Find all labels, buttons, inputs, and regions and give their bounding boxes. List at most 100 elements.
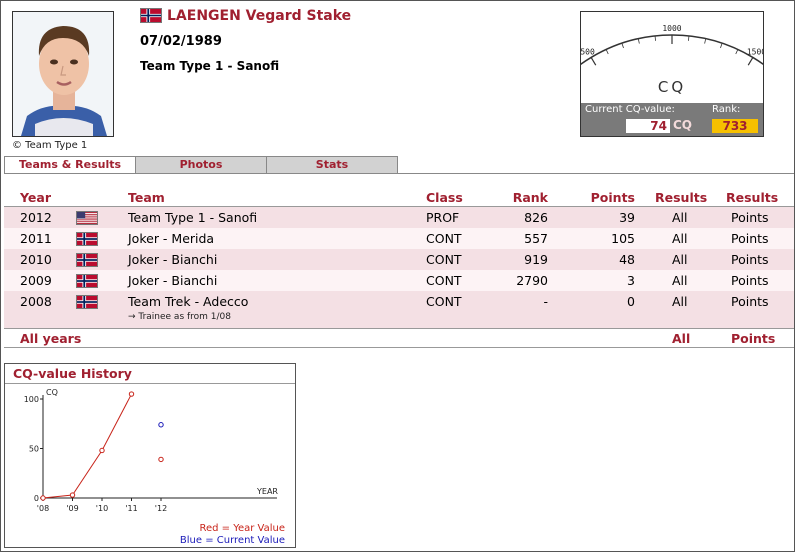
gauge-tick [720, 43, 723, 49]
row-team[interactable]: Joker - Merida [128, 228, 214, 249]
point-year-value [69, 492, 76, 498]
rider-team: Team Type 1 - Sanofi [140, 59, 280, 73]
gauge-tick [654, 35, 656, 41]
usa-flag-icon [76, 211, 98, 225]
x-tick-label: '11 [125, 504, 137, 513]
row-points: 105 [611, 231, 635, 246]
row-team[interactable]: Team Trek - Adecco [128, 291, 248, 312]
table-row: 2009 Joker - Bianchi CONT 2790 3 All Poi… [4, 270, 794, 291]
point-year-value [128, 391, 135, 397]
norway-flag-icon [76, 274, 98, 288]
legend-year-value: Red = Year Value [199, 523, 285, 534]
gauge-tick [688, 35, 690, 41]
results-table: Year Team Class Rank Points Results Resu… [4, 189, 794, 348]
tab-stats[interactable]: Stats [266, 156, 398, 174]
row-results-link[interactable]: All [672, 291, 688, 312]
norway-flag-icon [76, 253, 98, 267]
x-tick-label: '09 [66, 504, 78, 513]
all-years-points-link[interactable]: Points [731, 329, 775, 349]
row-class: CONT [426, 252, 462, 267]
gauge-scale-label: 1000 [662, 24, 681, 33]
row-class: CONT [426, 273, 462, 288]
row-points-link[interactable]: Points [731, 207, 769, 228]
row-class: CONT [426, 294, 462, 309]
header-team: Team [128, 190, 165, 205]
current-cq-unit: CQ [673, 118, 693, 132]
cq-gauge: 0500100015002000CQ [581, 24, 763, 104]
table-row: 2012 Team Type 1 - Sanofi PROF 826 39 Al… [4, 207, 794, 228]
cq-history-chart: CQ YEAR 0 50 100 '08 '09 '10 '11 '12 [24, 388, 279, 513]
gauge-scale-label: 1500 [747, 47, 763, 56]
point-current-value [158, 422, 164, 428]
all-years-label[interactable]: All years [20, 329, 81, 349]
row-results-link[interactable]: All [672, 228, 688, 249]
header-results: Results [655, 190, 708, 205]
gauge-tick [735, 49, 739, 55]
row-team[interactable]: Team Type 1 - Sanofi [128, 207, 257, 228]
series-line-year-value [42, 393, 132, 499]
cq-history-panel: CQ-value History CQ YEAR 0 50 100'08'09'10'1… [4, 363, 296, 548]
row-results-link[interactable]: All [672, 270, 688, 291]
row-team[interactable]: Joker - Bianchi [128, 249, 217, 270]
row-points-link[interactable]: Points [731, 270, 769, 291]
gauge-tick [590, 57, 597, 66]
rank-value: 733 [712, 119, 758, 133]
row-year: 2012 [20, 210, 52, 225]
header-class: Class [426, 190, 463, 205]
header-results-points: Results [726, 190, 779, 205]
y-tick-label: 0 [34, 494, 39, 503]
row-points-link[interactable]: Points [731, 249, 769, 270]
row-points: 3 [627, 273, 635, 288]
tab-photos[interactable]: Photos [135, 156, 267, 174]
legend-current-value: Blue = Current Value [179, 535, 285, 546]
tab-teams-results[interactable]: Teams & Results [4, 156, 136, 174]
row-results-link[interactable]: All [672, 207, 688, 228]
rider-birthdate: 07/02/1989 [140, 34, 222, 49]
gauge-tick [747, 57, 754, 66]
photo-credit: © Team Type 1 [12, 140, 88, 151]
rider-name: LAENGEN Vegard Stake [167, 8, 352, 24]
current-cq-value: 74 [626, 119, 670, 133]
row-rank: 826 [524, 210, 548, 225]
row-team[interactable]: Joker - Bianchi [128, 270, 217, 291]
trainee-note: → Trainee as from 1/08 [128, 312, 232, 322]
row-year: 2011 [20, 231, 52, 246]
point-year-value [40, 495, 46, 501]
x-tick-label: '12 [155, 504, 167, 513]
row-points: 48 [619, 252, 635, 267]
rank-label: Rank: [712, 104, 741, 115]
row-points-link[interactable]: Points [731, 228, 769, 249]
row-points-link[interactable]: Points [731, 291, 769, 312]
header-year: Year [20, 190, 51, 205]
y-tick-label: 100 [24, 395, 39, 404]
row-class: PROF [426, 210, 460, 225]
point-year-value [158, 456, 164, 463]
row-year: 2010 [20, 252, 52, 267]
row-rank: 919 [524, 252, 548, 267]
rider-photo [12, 11, 114, 137]
x-axis-label: YEAR [256, 487, 278, 496]
gauge-tick [704, 38, 707, 44]
header-points: Points [590, 190, 635, 205]
page-frame: © Team Type 1 LAENGEN Vegard Stake 07/02… [0, 0, 795, 552]
row-rank: 557 [524, 231, 548, 246]
all-years-results-link[interactable]: All [672, 329, 690, 349]
row-points: 0 [627, 294, 635, 309]
table-row: 2010 Joker - Bianchi CONT 919 48 All Poi… [4, 249, 794, 270]
row-rank: 2790 [516, 273, 548, 288]
row-points: 39 [619, 210, 635, 225]
table-row: 2008 Team Trek - Adecco CONT - 0 All Poi… [4, 291, 794, 328]
gauge-unit-label: CQ [658, 78, 686, 96]
x-tick-label: '08 [37, 504, 49, 513]
row-class: CONT [426, 231, 462, 246]
row-year: 2008 [20, 294, 52, 309]
gauge-tick [605, 49, 609, 55]
cq-meter: 0500100015002000CQ Current CQ-value: Ran… [580, 11, 764, 137]
norway-flag-icon [76, 295, 98, 309]
norway-flag-icon [140, 8, 162, 23]
cq-summary-bar: Current CQ-value: Rank: 74 CQ 733 [581, 103, 763, 136]
y-tick-label: 50 [29, 445, 39, 454]
table-header: Year Team Class Rank Points Results Resu… [4, 189, 794, 207]
y-axis-label: CQ [46, 388, 58, 397]
row-results-link[interactable]: All [672, 249, 688, 270]
